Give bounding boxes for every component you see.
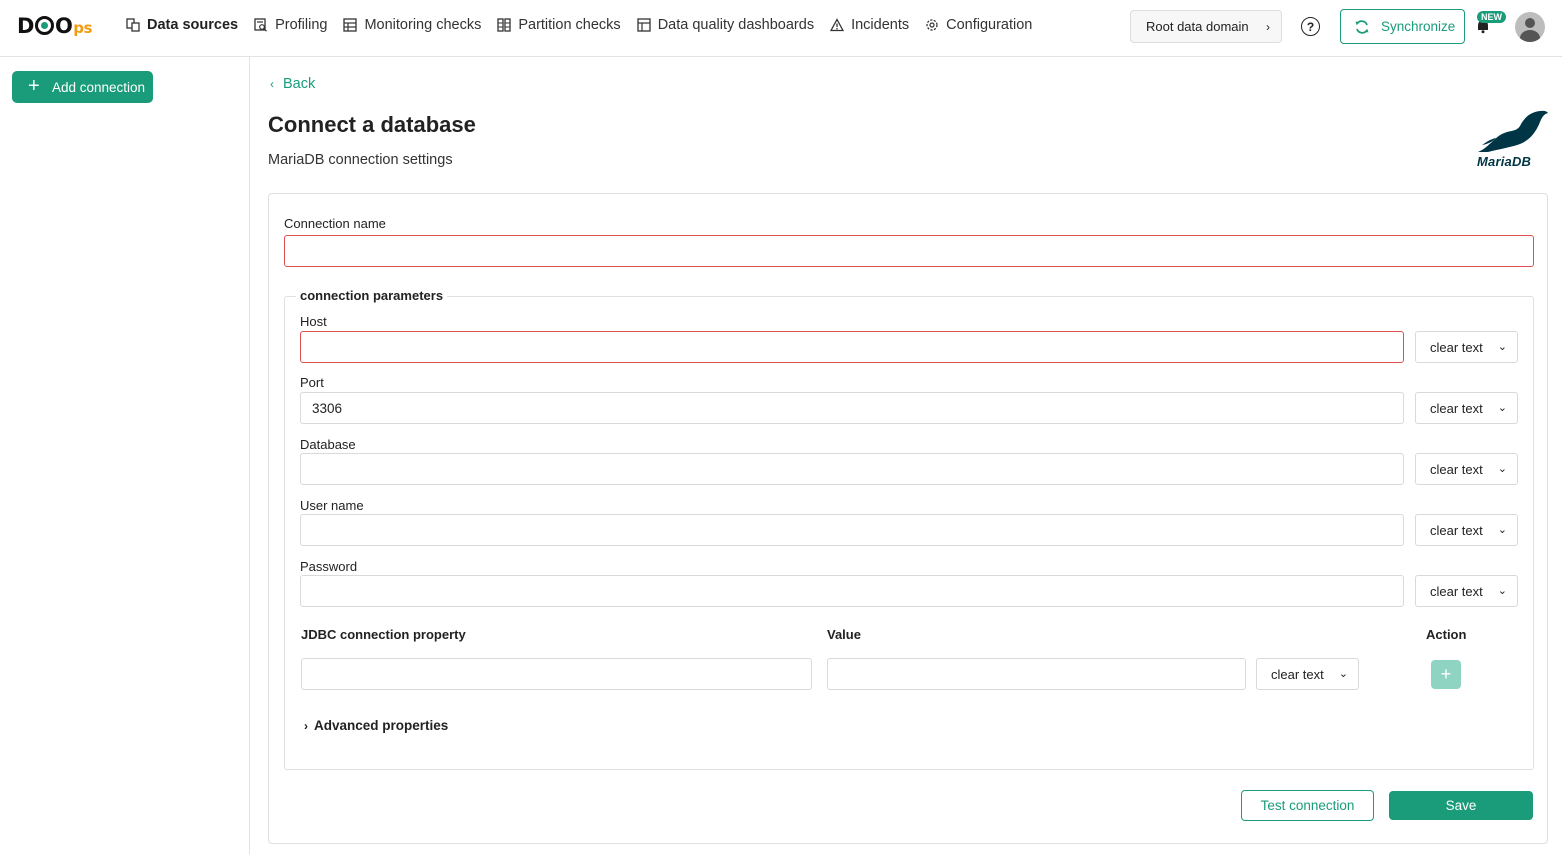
plus-icon: + bbox=[28, 75, 40, 97]
app-logo[interactable]: D Ops bbox=[17, 14, 92, 38]
database-label: Database bbox=[300, 437, 356, 452]
jdbc-value-input[interactable] bbox=[827, 658, 1246, 690]
page-subtitle: MariaDB connection settings bbox=[268, 152, 453, 168]
password-mode-select[interactable]: clear text ⌄ bbox=[1415, 575, 1518, 607]
jdbc-action-header: Action bbox=[1426, 627, 1467, 642]
nav-partition-checks[interactable]: Partition checks bbox=[497, 17, 621, 33]
chevron-down-icon: ⌄ bbox=[1497, 341, 1507, 353]
back-label: Back bbox=[283, 76, 316, 92]
select-value: clear text bbox=[1430, 339, 1483, 355]
jdbc-value-header: Value bbox=[827, 627, 861, 642]
logo-suffix: ps bbox=[73, 19, 92, 37]
root-data-domain-button[interactable]: Root data domain › bbox=[1130, 10, 1282, 43]
nav-label: Data quality dashboards bbox=[657, 17, 815, 33]
user-name-input[interactable] bbox=[300, 514, 1404, 546]
add-property-button[interactable]: + bbox=[1431, 660, 1461, 689]
plus-icon: + bbox=[1440, 664, 1452, 684]
nav-configuration[interactable]: Configuration bbox=[925, 17, 1032, 33]
synchronize-button[interactable]: Synchronize bbox=[1340, 9, 1465, 44]
mariadb-wordmark: MariaDB bbox=[1477, 154, 1532, 169]
user-avatar[interactable] bbox=[1515, 12, 1545, 42]
sidebar: + Add connection bbox=[0, 57, 250, 854]
nav-label: Monitoring checks bbox=[364, 17, 482, 33]
password-input[interactable] bbox=[300, 575, 1404, 607]
sync-icon bbox=[1355, 20, 1369, 34]
nav-incidents[interactable]: Incidents bbox=[830, 17, 909, 33]
new-badge: NEW bbox=[1477, 11, 1506, 23]
port-input[interactable]: 3306 bbox=[300, 392, 1404, 424]
select-value: clear text bbox=[1430, 583, 1483, 599]
port-mode-select[interactable]: clear text ⌄ bbox=[1415, 392, 1518, 424]
connection-parameters-fieldset: connection parameters Host clear text ⌄ … bbox=[284, 288, 1534, 770]
chevron-down-icon: ⌄ bbox=[1497, 463, 1507, 475]
nav-monitoring-checks[interactable]: Monitoring checks bbox=[343, 17, 481, 33]
nav-data-sources[interactable]: Data sources bbox=[126, 17, 238, 33]
seal-icon bbox=[1478, 110, 1548, 152]
chevron-down-icon: ⌄ bbox=[1497, 402, 1507, 414]
warning-icon bbox=[830, 18, 845, 32]
database-input[interactable] bbox=[300, 453, 1404, 485]
host-mode-select[interactable]: clear text ⌄ bbox=[1415, 331, 1518, 363]
logo-text: D bbox=[17, 14, 34, 38]
jdbc-property-input[interactable] bbox=[301, 658, 812, 690]
chevron-right-icon: › bbox=[304, 718, 308, 733]
help-icon[interactable]: ? bbox=[1301, 17, 1320, 36]
select-value: clear text bbox=[1430, 522, 1483, 538]
advanced-properties-toggle[interactable]: › Advanced properties bbox=[304, 718, 448, 733]
nav-label: Configuration bbox=[946, 17, 1033, 33]
save-button[interactable]: Save bbox=[1389, 791, 1533, 820]
logo-o: O bbox=[54, 14, 73, 38]
mariadb-logo: MariaDB bbox=[1474, 108, 1550, 170]
domain-label: Root data domain bbox=[1146, 19, 1249, 34]
jdbc-property-header: JDBC connection property bbox=[301, 627, 466, 642]
user-name-mode-select[interactable]: clear text ⌄ bbox=[1415, 514, 1518, 546]
nav-label: Profiling bbox=[275, 17, 328, 33]
main-nav: Data sources Profiling Monitoring checks… bbox=[126, 17, 1048, 33]
top-bar: D Ops Data sources Profiling Monitoring c… bbox=[0, 0, 1562, 57]
profiling-icon bbox=[254, 18, 268, 32]
back-link[interactable]: ‹ Back bbox=[270, 76, 315, 92]
nav-label: Incidents bbox=[851, 17, 910, 33]
add-connection-label: Add connection bbox=[52, 79, 146, 95]
connection-name-input[interactable] bbox=[284, 235, 1534, 267]
advanced-properties-label: Advanced properties bbox=[314, 718, 449, 733]
select-value: clear text bbox=[1430, 461, 1483, 477]
chevron-down-icon: ⌄ bbox=[1338, 668, 1348, 680]
logo-q-glyph bbox=[34, 16, 54, 35]
test-connection-button[interactable]: Test connection bbox=[1241, 790, 1374, 821]
page-title: Connect a database bbox=[268, 112, 476, 137]
database-mode-select[interactable]: clear text ⌄ bbox=[1415, 453, 1518, 485]
nav-label: Data sources bbox=[147, 17, 239, 33]
partition-icon bbox=[497, 18, 511, 32]
nav-profiling[interactable]: Profiling bbox=[254, 17, 327, 33]
chevron-left-icon: ‹ bbox=[270, 77, 274, 91]
chevron-down-icon: ⌄ bbox=[1497, 585, 1507, 597]
user-name-label: User name bbox=[300, 498, 364, 513]
nav-dashboards[interactable]: Data quality dashboards bbox=[637, 17, 814, 33]
sync-label: Synchronize bbox=[1381, 19, 1456, 34]
dashboard-icon bbox=[637, 18, 651, 32]
password-label: Password bbox=[300, 559, 358, 574]
select-value: clear text bbox=[1271, 666, 1324, 682]
connection-form-card: Connection name connection parameters Ho… bbox=[268, 193, 1548, 844]
host-input[interactable] bbox=[300, 331, 1404, 363]
add-connection-button[interactable]: + Add connection bbox=[12, 71, 153, 103]
chevron-down-icon: ⌄ bbox=[1497, 524, 1507, 536]
select-value: clear text bbox=[1430, 400, 1483, 416]
connection-name-label: Connection name bbox=[284, 216, 386, 231]
gear-icon bbox=[925, 18, 939, 32]
chevron-right-icon: › bbox=[1266, 20, 1270, 34]
jdbc-mode-select[interactable]: clear text ⌄ bbox=[1256, 658, 1359, 690]
port-label: Port bbox=[300, 375, 324, 390]
nav-label: Partition checks bbox=[518, 17, 621, 33]
monitoring-icon bbox=[343, 18, 358, 32]
host-label: Host bbox=[300, 314, 327, 329]
connection-parameters-legend: connection parameters bbox=[296, 288, 448, 303]
data-sources-icon bbox=[126, 18, 140, 32]
